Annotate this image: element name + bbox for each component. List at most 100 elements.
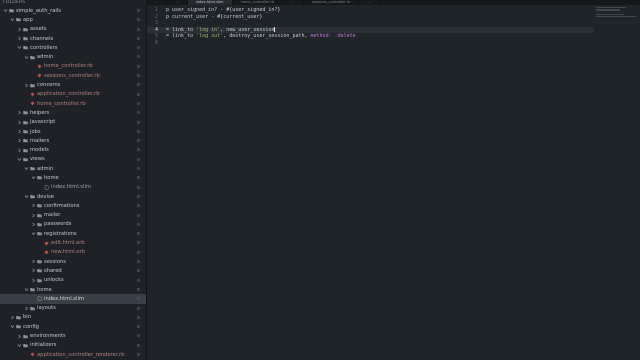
chevron-down-icon[interactable] [3,8,8,13]
minimap[interactable] [596,7,638,21]
chevron-right-icon[interactable] [31,259,36,264]
tree-file[interactable]: application_controller_renderer.rb [0,350,146,359]
tree-folder[interactable]: admin [0,164,146,173]
status-dot [137,194,140,198]
code-editor[interactable]: 123456 p user_signed_in? - #{user_signed… [147,5,640,360]
status-dot [137,260,140,264]
status-dot [137,297,140,301]
chevron-down-icon[interactable] [10,17,15,22]
chevron-right-icon[interactable] [31,203,36,208]
tree-folder[interactable]: passwords [0,220,146,229]
tree-folder[interactable]: environments [0,331,146,340]
ruby-file-icon [30,352,35,357]
tree-folder[interactable]: sessions [0,257,146,266]
tree-folder[interactable]: assets [0,25,146,34]
tree-folder[interactable]: views [0,155,146,164]
tree-file[interactable]: home_controller.rb [0,62,146,71]
code-token: , destroy_user_session_path, [223,33,311,40]
code-line[interactable] [166,40,594,47]
tree-file[interactable]: sessions_controller.rb [0,71,146,80]
tree-file[interactable]: index.html.slim [0,294,146,304]
tree-folder[interactable]: app [0,15,146,24]
tree-folder[interactable]: initializers [0,341,146,350]
chevron-right-icon[interactable] [31,268,36,273]
tree-file[interactable]: application_controller.rb [0,90,146,99]
tree-folder[interactable]: admin [0,52,146,61]
chevron-right-icon[interactable] [10,315,15,320]
chevron-down-icon[interactable] [31,175,36,180]
chevron-right-icon[interactable] [17,148,22,153]
status-dot [137,18,140,22]
status-dot [137,176,140,180]
status-dot [137,120,140,124]
code-token: 'log out' [196,33,224,40]
chevron-right-icon[interactable] [17,129,22,134]
tree-item-label: mailers [30,137,50,144]
tree-folder[interactable]: registrations [0,229,146,238]
folder-icon [37,222,42,227]
chevron-right-icon[interactable] [17,334,22,339]
chevron-right-icon[interactable] [17,138,22,143]
tree-file[interactable]: index.html.slim [0,183,146,192]
tree-item-label: application_controller.rb [37,91,100,98]
chevron-right-icon[interactable] [17,110,22,115]
chevron-right-icon[interactable] [31,213,36,218]
tree-folder[interactable]: home [0,285,146,294]
tree-folder[interactable]: models [0,145,146,154]
code-line[interactable]: = link_to 'log in', new_user_session [166,26,594,34]
tree-file[interactable]: home_controller.rb [0,99,146,108]
tree-folder[interactable]: jobs [0,127,146,136]
tree-folder[interactable]: unlocks [0,276,146,285]
code-line[interactable]: p current_user - #{current_user} [166,14,594,21]
chevron-down-icon[interactable] [10,324,15,329]
chevron-down-icon[interactable] [24,166,29,171]
tree-folder[interactable]: mailers [0,136,146,145]
chevron-down-icon[interactable] [24,194,29,199]
tree-folder[interactable]: home [0,173,146,182]
chevron-down-icon[interactable] [17,157,22,162]
tree-folder[interactable]: shared [0,266,146,275]
chevron-down-icon[interactable] [17,45,22,50]
tree-folder[interactable]: confirmations [0,201,146,210]
tree-folder[interactable]: mailer [0,211,146,220]
tree-folder[interactable]: layouts [0,304,146,313]
chevron-right-icon[interactable] [17,120,22,125]
status-dot [137,334,140,338]
status-dot [137,315,140,319]
tree-folder[interactable]: javascript [0,118,146,127]
code-line[interactable]: p user_signed_in? - #{user_signed_in?} [166,7,594,14]
chevron-down-icon[interactable] [24,55,29,60]
ruby-file-icon [44,241,49,246]
tree-folder[interactable]: helpers [0,108,146,117]
chevron-right-icon[interactable] [31,222,36,227]
chevron-right-icon[interactable] [24,306,29,311]
chevron-down-icon[interactable] [31,231,36,236]
tree-folder[interactable]: bin [0,313,146,322]
tree-item-label: unlocks [44,277,64,284]
tree-item-label: registrations [44,230,77,237]
tree-item-label: simple_auth_rails [16,7,61,14]
code-line[interactable] [166,20,594,27]
code-area[interactable]: p user_signed_in? - #{user_signed_in?} p … [166,7,594,47]
folder-icon [37,203,42,208]
tree-item-label: models [30,147,49,154]
folder-icon [16,17,21,22]
tree-folder[interactable]: channels [0,34,146,43]
tree-item-label: concerns [37,82,61,89]
chevron-right-icon[interactable] [17,27,22,32]
tree-folder[interactable]: controllers [0,43,146,52]
tree-folder[interactable]: concerns [0,80,146,89]
tree-folder[interactable]: config [0,322,146,331]
tree-folder[interactable]: devise [0,192,146,201]
tree-folder[interactable]: simple_auth_rails [0,6,146,15]
chevron-right-icon[interactable] [31,278,36,283]
chevron-right-icon[interactable] [17,36,22,41]
tree-file[interactable]: new.html.erb [0,248,146,257]
chevron-down-icon[interactable] [24,287,29,292]
code-line[interactable]: = link_to 'log out', destroy_user_sessio… [166,33,594,40]
status-dot [137,287,140,291]
chevron-down-icon[interactable] [17,343,22,348]
ruby-file-icon [30,92,35,97]
tree-file[interactable]: edit.html.erb [0,238,146,247]
chevron-right-icon[interactable] [24,83,29,88]
